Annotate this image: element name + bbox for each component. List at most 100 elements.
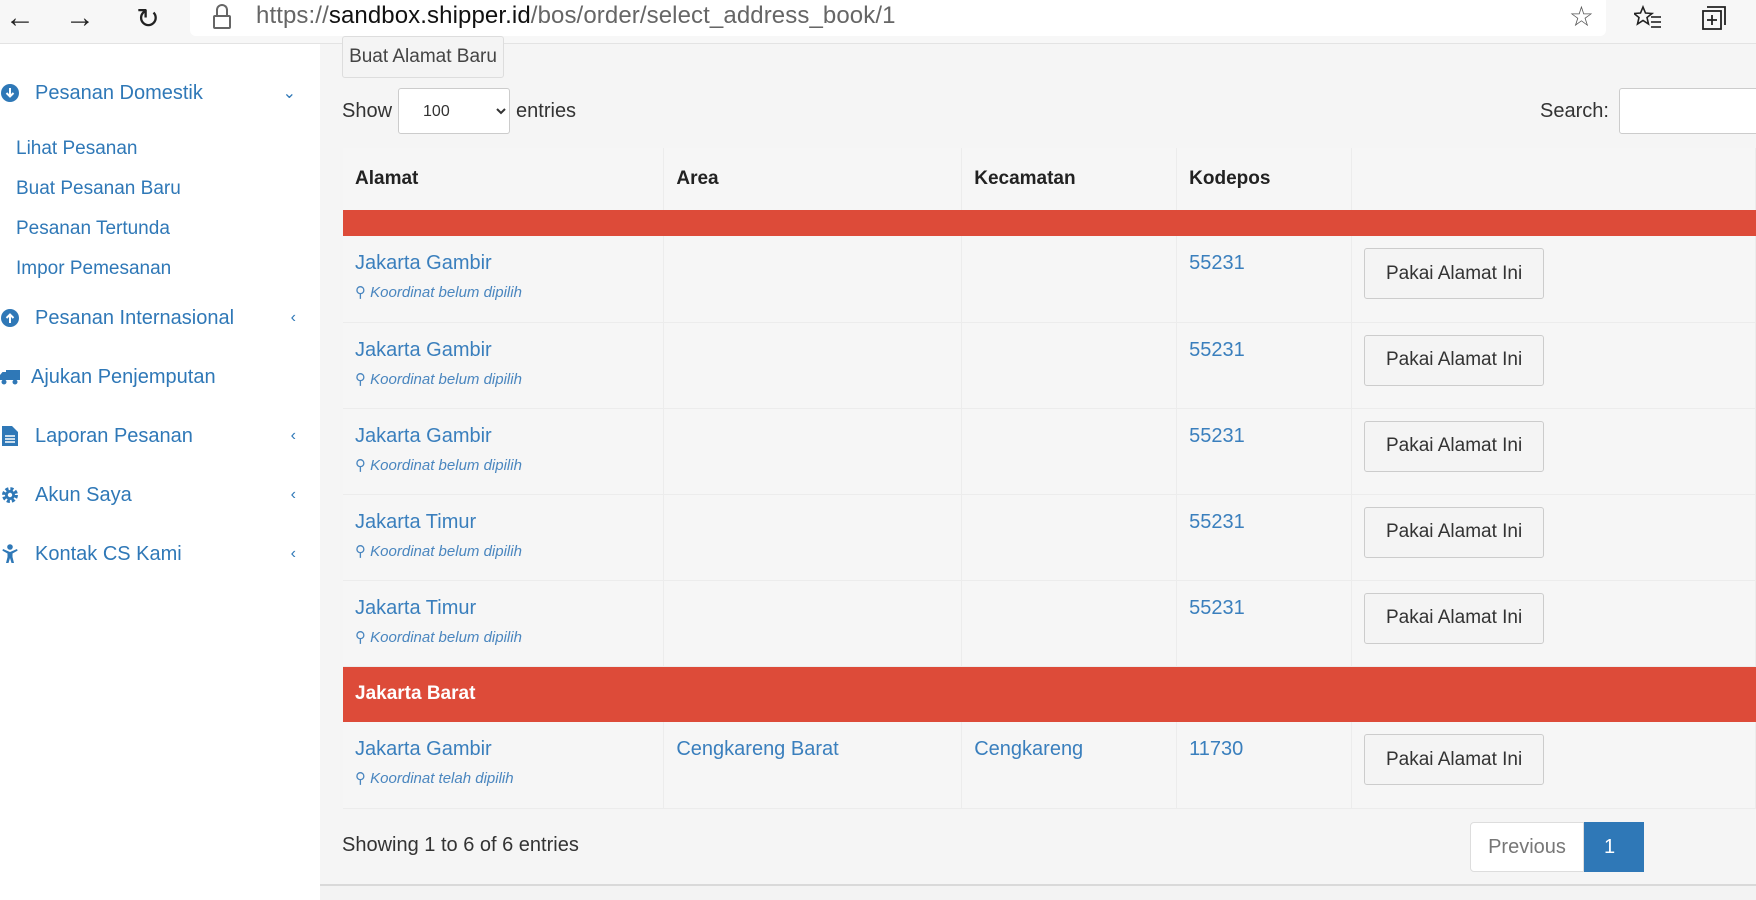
table-info: Showing 1 to 6 of 6 entries — [342, 834, 579, 856]
sidebar-item-buat-pesanan-baru[interactable]: Buat Pesanan Baru — [16, 178, 181, 200]
coordinate-text: Koordinat belum dipilih — [370, 284, 522, 301]
url-text[interactable]: https://sandbox.shipper.id/bos/order/sel… — [256, 2, 896, 30]
table-row: Jakarta Gambir ⚲ Koordinat telah dipilih … — [343, 722, 1756, 809]
table-row: Jakarta Gambir ⚲ Koordinat belum dipilih … — [343, 408, 1756, 495]
menu-akun-saya[interactable]: Akun Saya ‹ — [0, 475, 300, 515]
cell-area: Cengkareng Barat — [663, 722, 963, 809]
use-address-button[interactable]: Pakai Alamat Ini — [1364, 506, 1545, 558]
address-link[interactable]: Jakarta Gambir — [355, 425, 492, 447]
forward-icon[interactable]: → — [60, 0, 100, 36]
cell-kecamatan — [961, 236, 1178, 323]
refresh-icon[interactable]: ↻ — [128, 0, 168, 36]
menu-laporan-pesanan[interactable]: Laporan Pesanan ‹ — [0, 416, 300, 456]
cell-action: Pakai Alamat Ini — [1351, 322, 1756, 409]
cell-kodepos: 55231 — [1176, 494, 1353, 581]
arrow-circle-up-icon — [0, 308, 20, 328]
sidebar-item-impor-pemesanan[interactable]: Impor Pemesanan — [16, 258, 171, 280]
table-row: Jakarta Gambir ⚲ Koordinat belum dipilih … — [343, 322, 1756, 409]
cell-action: Pakai Alamat Ini — [1351, 408, 1756, 495]
favorite-star-icon[interactable]: ☆ — [1569, 0, 1594, 33]
coordinate-text: Koordinat belum dipilih — [370, 456, 522, 474]
group-header-row: Jakarta Barat — [343, 666, 1756, 722]
chevron-down-icon: ⌄ — [282, 85, 296, 102]
cell-area — [663, 408, 963, 495]
address-link[interactable]: Jakarta Gambir — [355, 339, 492, 361]
address-link[interactable]: Jakarta Timur — [355, 597, 476, 619]
column-header-kecamatan[interactable]: Kecamatan — [961, 148, 1178, 210]
menu-kontak-cs-kami[interactable]: Kontak CS Kami ‹ — [0, 534, 300, 574]
address-bar[interactable]: https://sandbox.shipper.id/bos/order/sel… — [190, 0, 1606, 36]
address-table: Alamat Area Kecamatan Kodepos Jakarta Ga… — [343, 148, 1756, 809]
use-address-button[interactable]: Pakai Alamat Ini — [1364, 420, 1545, 472]
menu-ajukan-penjemputan[interactable]: Ajukan Penjemputan — [0, 357, 300, 397]
map-marker-icon: ⚲ — [355, 770, 366, 787]
address-link[interactable]: Jakarta Gambir — [355, 738, 492, 760]
cell-area — [663, 580, 963, 667]
use-address-button[interactable]: Pakai Alamat Ini — [1364, 592, 1545, 644]
file-icon — [0, 426, 20, 446]
column-header-kodepos[interactable]: Kodepos — [1176, 148, 1353, 210]
coordinate-status: ⚲ Koordinat belum dipilih — [355, 283, 663, 301]
back-icon[interactable]: ← — [0, 0, 40, 36]
cell-alamat: Jakarta Gambir ⚲ Koordinat belum dipilih — [343, 322, 665, 409]
coordinate-status: ⚲ Koordinat belum dipilih — [355, 628, 663, 646]
coordinate-text: Koordinat belum dipilih — [370, 542, 522, 560]
column-header-alamat[interactable]: Alamat — [343, 148, 665, 210]
menu-pesanan-domestik[interactable]: Pesanan Domestik ⌄ — [0, 73, 300, 113]
table-row: Jakarta Timur ⚲ Koordinat belum dipilih 5… — [343, 580, 1756, 667]
menu-label: Akun Saya — [35, 483, 132, 506]
page-1-button[interactable]: 1 — [1584, 822, 1644, 872]
cell-alamat: Jakarta Timur ⚲ Koordinat belum dipilih — [343, 494, 665, 581]
new-address-button[interactable]: Buat Alamat Baru — [342, 36, 504, 78]
cell-kecamatan: Cengkareng — [961, 722, 1178, 809]
browser-toolbar: ← → ↻ https://sandbox.shipper.id/bos/ord… — [0, 0, 1756, 44]
group-name: Jakarta Barat — [343, 666, 1756, 722]
map-marker-icon: ⚲ — [355, 628, 366, 646]
menu-label: Pesanan Domestik — [35, 81, 203, 104]
gear-icon — [0, 485, 20, 505]
entries-length-control: Show 100 entries — [342, 88, 576, 134]
coordinate-status: ⚲ Koordinat telah dipilih — [355, 769, 663, 787]
cell-kodepos: 55231 — [1176, 408, 1353, 495]
search-input[interactable] — [1618, 88, 1756, 134]
menu-pesanan-internasional[interactable]: Pesanan Internasional ‹ — [0, 298, 300, 338]
cell-alamat: Jakarta Gambir ⚲ Koordinat telah dipilih — [343, 722, 665, 809]
cell-kecamatan — [961, 408, 1178, 495]
cell-alamat: Jakarta Timur ⚲ Koordinat belum dipilih — [343, 580, 665, 667]
cell-area — [663, 322, 963, 409]
search-control: Search: — [1540, 88, 1756, 134]
main-content: Buat Alamat Baru Show 100 entries Search… — [320, 36, 1756, 884]
chevron-left-icon: ‹ — [290, 486, 296, 503]
truck-icon — [0, 367, 20, 387]
column-header-area[interactable]: Area — [663, 148, 963, 210]
coordinate-text: Koordinat telah dipilih — [370, 770, 514, 787]
cell-kecamatan — [961, 322, 1178, 409]
entries-select[interactable]: 100 — [398, 88, 511, 134]
child-icon — [0, 544, 20, 564]
previous-page-button[interactable]: Previous — [1470, 822, 1584, 872]
coordinate-text: Koordinat belum dipilih — [370, 370, 522, 388]
cell-action: Pakai Alamat Ini — [1351, 236, 1756, 323]
sidebar-item-pesanan-tertunda[interactable]: Pesanan Tertunda — [16, 218, 170, 240]
sidebar-item-lihat-pesanan[interactable]: Lihat Pesanan — [16, 138, 138, 160]
use-address-button[interactable]: Pakai Alamat Ini — [1364, 734, 1545, 785]
use-address-button[interactable]: Pakai Alamat Ini — [1364, 248, 1545, 299]
cell-action: Pakai Alamat Ini — [1351, 580, 1756, 667]
show-label: Show — [342, 99, 393, 122]
menu-label: Laporan Pesanan — [35, 424, 193, 447]
chevron-left-icon: ‹ — [290, 427, 296, 444]
collections-icon[interactable] — [1693, 0, 1735, 36]
cell-area — [663, 236, 963, 323]
content-divider — [320, 884, 1756, 886]
address-link[interactable]: Jakarta Timur — [355, 511, 476, 533]
cell-action: Pakai Alamat Ini — [1351, 722, 1756, 809]
arrow-circle-down-icon — [0, 83, 20, 103]
cell-kecamatan — [961, 494, 1178, 581]
pagination: Previous 1 — [1470, 822, 1644, 872]
use-address-button[interactable]: Pakai Alamat Ini — [1364, 334, 1545, 386]
cell-area — [663, 494, 963, 581]
favorites-list-icon[interactable] — [1627, 0, 1669, 36]
menu-label: Pesanan Internasional — [35, 306, 235, 329]
address-link[interactable]: Jakarta Gambir — [355, 252, 492, 274]
group-header-row — [343, 210, 1756, 236]
